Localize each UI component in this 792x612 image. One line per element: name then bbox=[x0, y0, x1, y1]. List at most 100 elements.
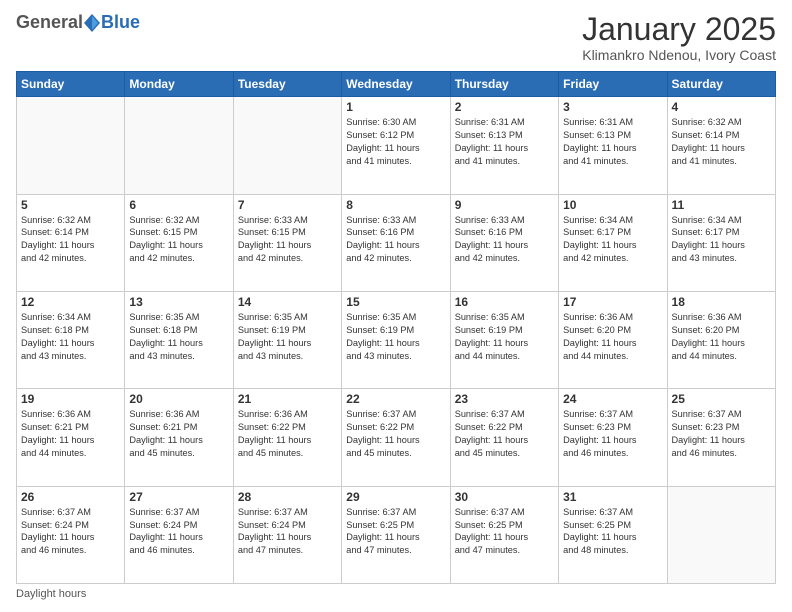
day-info: Sunrise: 6:34 AM Sunset: 6:17 PM Dayligh… bbox=[563, 214, 662, 266]
day-info: Sunrise: 6:33 AM Sunset: 6:15 PM Dayligh… bbox=[238, 214, 337, 266]
calendar-cell: 17Sunrise: 6:36 AM Sunset: 6:20 PM Dayli… bbox=[559, 291, 667, 388]
calendar-week-3: 12Sunrise: 6:34 AM Sunset: 6:18 PM Dayli… bbox=[17, 291, 776, 388]
page: General Blue January 2025 Klimankro Nden… bbox=[0, 0, 792, 612]
day-number: 4 bbox=[672, 100, 771, 114]
header-right: January 2025 Klimankro Ndenou, Ivory Coa… bbox=[582, 12, 776, 63]
calendar-cell bbox=[667, 486, 775, 583]
calendar-cell: 14 Sunrise: 6:35 AM Sunset: 6:19 PM Dayli… bbox=[233, 291, 341, 388]
calendar-cell: 27Sunrise: 6:37 AM Sunset: 6:24 PM Dayli… bbox=[125, 486, 233, 583]
calendar-cell: 2Sunrise: 6:31 AM Sunset: 6:13 PM Daylig… bbox=[450, 97, 558, 194]
day-number: 9 bbox=[455, 198, 554, 212]
day-number: 28 bbox=[238, 490, 337, 504]
day-number: 3 bbox=[563, 100, 662, 114]
day-number: 30 bbox=[455, 490, 554, 504]
day-header-tuesday: Tuesday bbox=[233, 72, 341, 97]
calendar-week-2: 5 Sunrise: 6:32 AM Sunset: 6:14 PM Daylig… bbox=[17, 194, 776, 291]
day-info: Sunrise: 6:35 AM Sunset: 6:19 PM Dayligh… bbox=[455, 311, 554, 363]
calendar-cell: 28 Sunrise: 6:37 AM Sunset: 6:24 PM Dayli… bbox=[233, 486, 341, 583]
footer-note: Daylight hours bbox=[16, 588, 776, 600]
day-number: 1 bbox=[346, 100, 445, 114]
logo-icon bbox=[84, 14, 100, 32]
calendar-cell: 13 Sunrise: 6:35 AM Sunset: 6:18 PM Dayli… bbox=[125, 291, 233, 388]
calendar-cell: 22 Sunrise: 6:37 AM Sunset: 6:22 PM Dayli… bbox=[342, 389, 450, 486]
day-number: 16 bbox=[455, 295, 554, 309]
daylight-label: Daylight hours bbox=[16, 588, 86, 600]
location: Klimankro Ndenou, Ivory Coast bbox=[582, 47, 776, 63]
calendar-cell bbox=[17, 97, 125, 194]
day-info: Sunrise: 6:30 AM Sunset: 6:12 PM Dayligh… bbox=[346, 116, 445, 168]
calendar-cell: 7Sunrise: 6:33 AM Sunset: 6:15 PM Daylig… bbox=[233, 194, 341, 291]
day-number: 22 bbox=[346, 392, 445, 406]
day-info: Sunrise: 6:37 AM Sunset: 6:25 PM Dayligh… bbox=[455, 506, 554, 558]
day-info: Sunrise: 6:37 AM Sunset: 6:22 PM Dayligh… bbox=[346, 408, 445, 460]
day-number: 26 bbox=[21, 490, 120, 504]
day-info: Sunrise: 6:36 AM Sunset: 6:20 PM Dayligh… bbox=[672, 311, 771, 363]
header: General Blue January 2025 Klimankro Nden… bbox=[16, 12, 776, 63]
day-number: 31 bbox=[563, 490, 662, 504]
calendar-cell: 15 Sunrise: 6:35 AM Sunset: 6:19 PM Dayli… bbox=[342, 291, 450, 388]
calendar-cell: 18 Sunrise: 6:36 AM Sunset: 6:20 PM Dayli… bbox=[667, 291, 775, 388]
day-info: Sunrise: 6:37 AM Sunset: 6:24 PM Dayligh… bbox=[238, 506, 337, 558]
day-info: Sunrise: 6:37 AM Sunset: 6:25 PM Dayligh… bbox=[346, 506, 445, 558]
calendar-cell: 10 Sunrise: 6:34 AM Sunset: 6:17 PM Dayli… bbox=[559, 194, 667, 291]
day-number: 10 bbox=[563, 198, 662, 212]
day-number: 18 bbox=[672, 295, 771, 309]
calendar-header-row: SundayMondayTuesdayWednesdayThursdayFrid… bbox=[17, 72, 776, 97]
calendar-cell: 8Sunrise: 6:33 AM Sunset: 6:16 PM Daylig… bbox=[342, 194, 450, 291]
calendar-cell: 6 Sunrise: 6:32 AM Sunset: 6:15 PM Daylig… bbox=[125, 194, 233, 291]
logo-general-text: General bbox=[16, 12, 83, 33]
day-number: 5 bbox=[21, 198, 120, 212]
day-info: Sunrise: 6:37 AM Sunset: 6:24 PM Dayligh… bbox=[129, 506, 228, 558]
day-number: 21 bbox=[238, 392, 337, 406]
day-number: 11 bbox=[672, 198, 771, 212]
day-number: 14 bbox=[238, 295, 337, 309]
day-info: Sunrise: 6:35 AM Sunset: 6:19 PM Dayligh… bbox=[238, 311, 337, 363]
calendar-cell bbox=[125, 97, 233, 194]
day-info: Sunrise: 6:32 AM Sunset: 6:14 PM Dayligh… bbox=[21, 214, 120, 266]
day-info: Sunrise: 6:37 AM Sunset: 6:22 PM Dayligh… bbox=[455, 408, 554, 460]
day-number: 6 bbox=[129, 198, 228, 212]
day-header-friday: Friday bbox=[559, 72, 667, 97]
calendar-cell: 30 Sunrise: 6:37 AM Sunset: 6:25 PM Dayli… bbox=[450, 486, 558, 583]
calendar-cell: 31Sunrise: 6:37 AM Sunset: 6:25 PM Dayli… bbox=[559, 486, 667, 583]
day-header-sunday: Sunday bbox=[17, 72, 125, 97]
calendar-cell: 21 Sunrise: 6:36 AM Sunset: 6:22 PM Dayli… bbox=[233, 389, 341, 486]
calendar-cell: 20Sunrise: 6:36 AM Sunset: 6:21 PM Dayli… bbox=[125, 389, 233, 486]
calendar-cell: 29 Sunrise: 6:37 AM Sunset: 6:25 PM Dayli… bbox=[342, 486, 450, 583]
calendar-cell: 24 Sunrise: 6:37 AM Sunset: 6:23 PM Dayli… bbox=[559, 389, 667, 486]
day-number: 25 bbox=[672, 392, 771, 406]
day-number: 24 bbox=[563, 392, 662, 406]
calendar-cell: 12Sunrise: 6:34 AM Sunset: 6:18 PM Dayli… bbox=[17, 291, 125, 388]
day-number: 20 bbox=[129, 392, 228, 406]
day-number: 12 bbox=[21, 295, 120, 309]
day-info: Sunrise: 6:34 AM Sunset: 6:17 PM Dayligh… bbox=[672, 214, 771, 266]
logo: General Blue bbox=[16, 12, 140, 33]
calendar-cell: 11 Sunrise: 6:34 AM Sunset: 6:17 PM Dayli… bbox=[667, 194, 775, 291]
day-info: Sunrise: 6:37 AM Sunset: 6:24 PM Dayligh… bbox=[21, 506, 120, 558]
logo-blue-text: Blue bbox=[101, 12, 140, 33]
day-number: 15 bbox=[346, 295, 445, 309]
day-info: Sunrise: 6:37 AM Sunset: 6:23 PM Dayligh… bbox=[672, 408, 771, 460]
day-number: 29 bbox=[346, 490, 445, 504]
calendar-cell: 4Sunrise: 6:32 AM Sunset: 6:14 PM Daylig… bbox=[667, 97, 775, 194]
day-number: 13 bbox=[129, 295, 228, 309]
day-header-wednesday: Wednesday bbox=[342, 72, 450, 97]
day-header-thursday: Thursday bbox=[450, 72, 558, 97]
calendar-cell: 25 Sunrise: 6:37 AM Sunset: 6:23 PM Dayli… bbox=[667, 389, 775, 486]
calendar-cell: 23 Sunrise: 6:37 AM Sunset: 6:22 PM Dayli… bbox=[450, 389, 558, 486]
day-info: Sunrise: 6:37 AM Sunset: 6:23 PM Dayligh… bbox=[563, 408, 662, 460]
day-info: Sunrise: 6:35 AM Sunset: 6:19 PM Dayligh… bbox=[346, 311, 445, 363]
day-info: Sunrise: 6:36 AM Sunset: 6:22 PM Dayligh… bbox=[238, 408, 337, 460]
day-info: Sunrise: 6:35 AM Sunset: 6:18 PM Dayligh… bbox=[129, 311, 228, 363]
day-number: 19 bbox=[21, 392, 120, 406]
day-number: 17 bbox=[563, 295, 662, 309]
calendar-cell: 3Sunrise: 6:31 AM Sunset: 6:13 PM Daylig… bbox=[559, 97, 667, 194]
calendar-cell: 9Sunrise: 6:33 AM Sunset: 6:16 PM Daylig… bbox=[450, 194, 558, 291]
day-info: Sunrise: 6:33 AM Sunset: 6:16 PM Dayligh… bbox=[346, 214, 445, 266]
calendar-cell: 5 Sunrise: 6:32 AM Sunset: 6:14 PM Daylig… bbox=[17, 194, 125, 291]
day-number: 2 bbox=[455, 100, 554, 114]
day-number: 23 bbox=[455, 392, 554, 406]
day-info: Sunrise: 6:32 AM Sunset: 6:15 PM Dayligh… bbox=[129, 214, 228, 266]
month-title: January 2025 bbox=[582, 12, 776, 47]
calendar-week-5: 26 Sunrise: 6:37 AM Sunset: 6:24 PM Dayli… bbox=[17, 486, 776, 583]
